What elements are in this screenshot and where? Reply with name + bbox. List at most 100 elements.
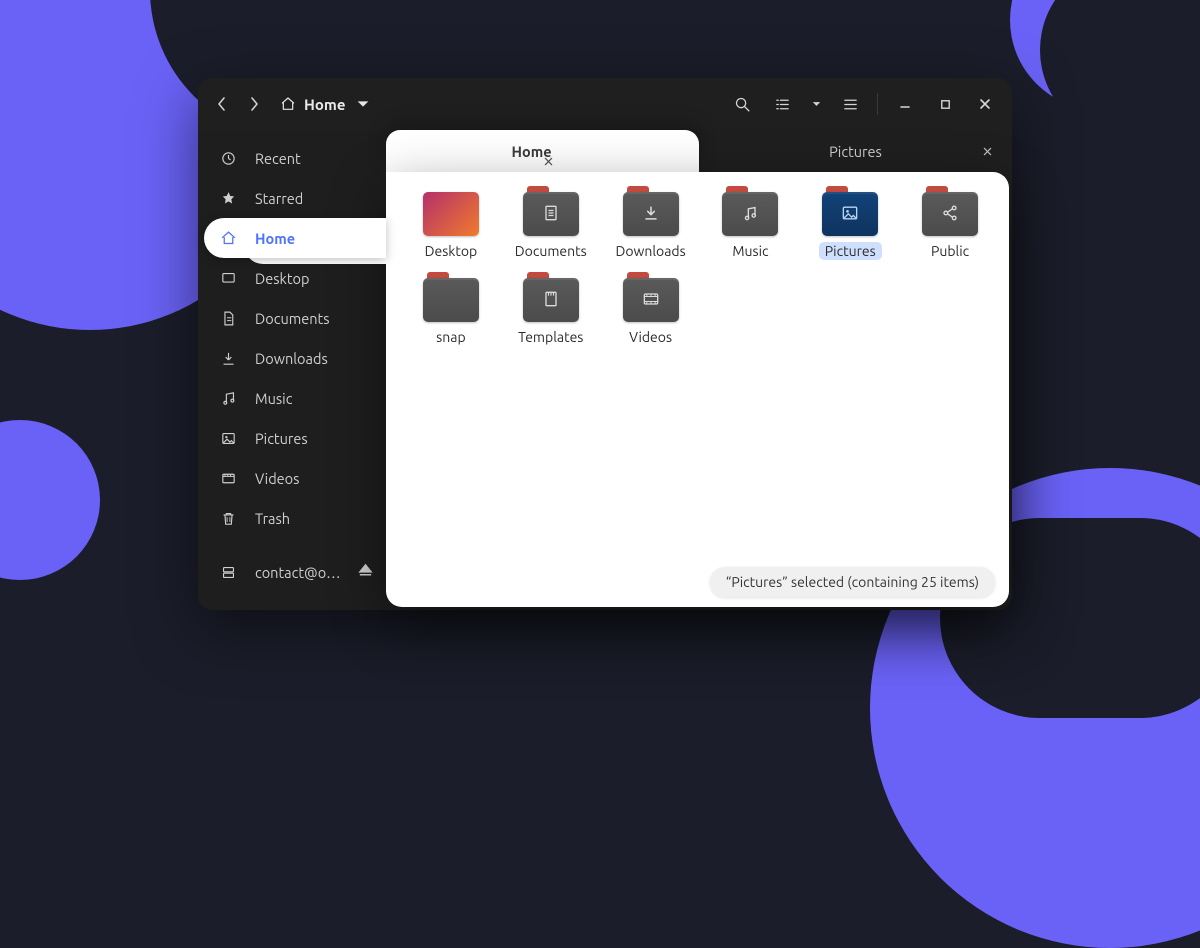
maximize-icon	[939, 98, 952, 111]
sidebar-item-trash[interactable]: Trash	[198, 498, 386, 538]
hamburger-menu-button[interactable]	[833, 87, 867, 121]
search-button[interactable]	[725, 87, 759, 121]
eject-icon	[357, 562, 374, 579]
search-icon	[734, 96, 751, 113]
sidebar-item-downloads[interactable]: Downloads	[198, 338, 386, 378]
document-icon	[220, 310, 237, 327]
list-icon	[774, 96, 791, 113]
sidebar-item-label: Recent	[255, 150, 301, 167]
file-item[interactable]: Downloads	[604, 188, 698, 264]
sidebar-item-videos[interactable]: Videos	[198, 458, 386, 498]
sidebar-item-label: Videos	[255, 470, 299, 487]
file-item[interactable]: snap	[404, 274, 498, 350]
sidebar-item-label: Documents	[255, 310, 330, 327]
sidebar-item-recent[interactable]: Recent	[198, 138, 386, 178]
sidebar-item-label: Starred	[255, 190, 303, 207]
minimize-button[interactable]	[888, 87, 922, 121]
sidebar-item-label: Home	[255, 230, 295, 247]
dropdown-icon	[355, 96, 371, 112]
content-pane: Desktop Documents Downloads Music Pictures Pu…	[386, 172, 1009, 607]
file-item[interactable]: Pictures	[803, 188, 897, 264]
folder-icon	[722, 192, 778, 236]
sidebar-item-home[interactable]: Home	[204, 218, 386, 258]
sidebar-item-label: Music	[255, 390, 292, 407]
close-icon	[978, 97, 992, 111]
chevron-left-icon	[216, 95, 228, 113]
file-label: Downloads	[609, 242, 691, 260]
music-icon	[220, 390, 237, 407]
star-icon	[220, 190, 237, 207]
view-list-button[interactable]	[765, 87, 799, 121]
separator	[877, 93, 878, 115]
folder-icon	[523, 278, 579, 322]
desktop-tile-icon	[423, 192, 479, 236]
file-label: snap	[430, 328, 471, 346]
sidebar-item-starred[interactable]: Starred	[198, 178, 386, 218]
sidebar-item-label: contact@o…	[255, 564, 341, 581]
clock-icon	[220, 150, 237, 167]
chevron-right-icon	[248, 95, 260, 113]
status-bar: “Pictures” selected (containing 25 items…	[710, 567, 995, 597]
maximize-button[interactable]	[928, 87, 962, 121]
picture-icon	[220, 430, 237, 447]
sidebar-item-desktop[interactable]: Desktop	[198, 258, 386, 298]
sidebar-item-label: Desktop	[255, 270, 309, 287]
folder-icon	[523, 192, 579, 236]
status-text: “Pictures” selected (containing 25 items…	[726, 574, 979, 590]
folder-icon	[623, 278, 679, 322]
titlebar: Home	[198, 78, 1012, 130]
file-grid: Desktop Documents Downloads Music Pictures Pu…	[404, 188, 997, 350]
tab-bar: Home Pictures	[386, 130, 1012, 172]
location-breadcrumb[interactable]: Home	[272, 86, 377, 122]
download-icon	[220, 350, 237, 367]
tab-home[interactable]: Home	[386, 130, 699, 172]
file-item[interactable]: Documents	[504, 188, 598, 264]
bg-blob	[0, 420, 100, 580]
home-icon	[220, 230, 237, 247]
file-label: Public	[925, 242, 975, 260]
forward-button[interactable]	[240, 86, 268, 122]
server-icon	[220, 564, 237, 581]
file-item[interactable]: Desktop	[404, 188, 498, 264]
file-manager-window: Home	[198, 78, 1012, 610]
file-item[interactable]: Videos	[604, 274, 698, 350]
sidebar-item-label: Pictures	[255, 430, 308, 447]
file-item[interactable]: Public	[903, 188, 997, 264]
desktop-icon	[220, 270, 237, 287]
bg-blob	[1040, 0, 1200, 140]
video-icon	[220, 470, 237, 487]
minimize-icon	[898, 97, 912, 111]
home-icon	[280, 96, 296, 112]
file-label: Documents	[509, 242, 593, 260]
folder-icon	[922, 192, 978, 236]
close-button[interactable]	[968, 87, 1002, 121]
sidebar-item-mount[interactable]: contact@o…	[198, 552, 386, 592]
back-button[interactable]	[208, 86, 236, 122]
file-label: Videos	[623, 328, 678, 346]
sidebar-item-documents[interactable]: Documents	[198, 298, 386, 338]
tab-label: Pictures	[829, 143, 882, 160]
close-icon	[982, 146, 993, 157]
file-item[interactable]: Music	[704, 188, 798, 264]
folder-icon	[623, 192, 679, 236]
file-label: Music	[726, 242, 774, 260]
trash-icon	[220, 510, 237, 527]
chevron-down-icon	[811, 99, 822, 109]
file-label: Templates	[512, 328, 589, 346]
file-label: Desktop	[419, 242, 484, 260]
tab-close-button[interactable]	[538, 150, 560, 172]
close-icon	[543, 156, 554, 167]
sidebar: Recent Starred Home Desktop Documents Do…	[198, 130, 386, 610]
sidebar-item-music[interactable]: Music	[198, 378, 386, 418]
menu-icon	[842, 96, 859, 113]
tab-close-button[interactable]	[976, 140, 998, 162]
view-dropdown-button[interactable]	[805, 87, 827, 121]
eject-button[interactable]	[357, 562, 374, 582]
sidebar-item-pictures[interactable]: Pictures	[198, 418, 386, 458]
sidebar-item-label: Downloads	[255, 350, 328, 367]
folder-icon	[822, 192, 878, 236]
file-item[interactable]: Templates	[504, 274, 598, 350]
location-label: Home	[304, 96, 345, 113]
tab-pictures[interactable]: Pictures	[699, 130, 1012, 172]
folder-icon	[423, 278, 479, 322]
